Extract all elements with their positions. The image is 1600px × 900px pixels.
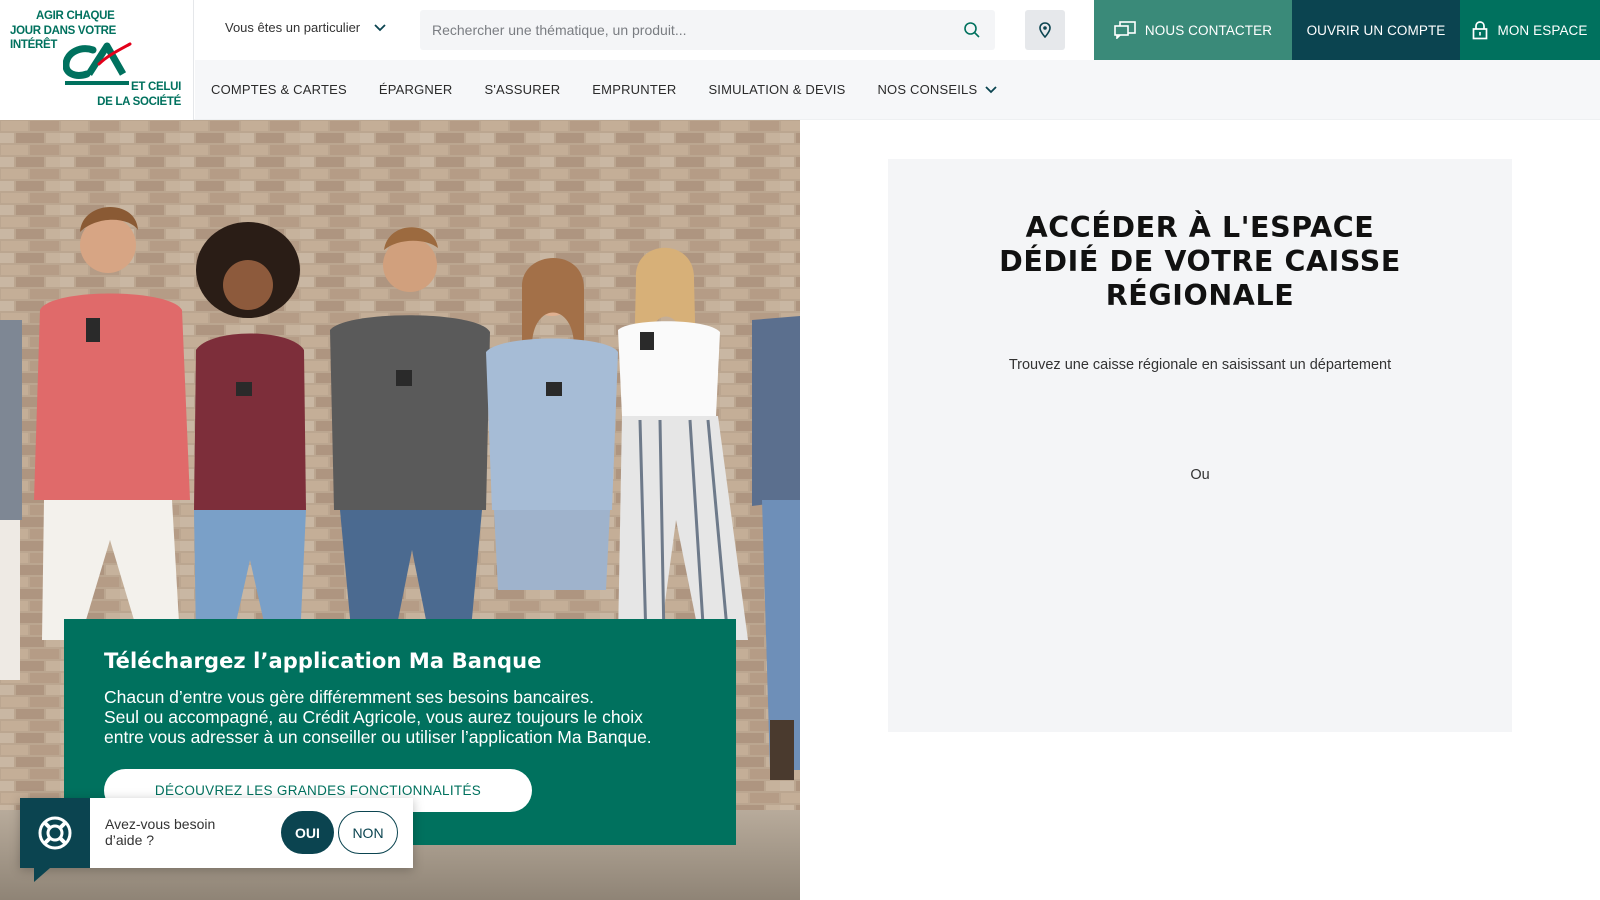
promo-line: entre vous adresser à un conseiller ou u…	[104, 727, 652, 747]
discover-features-label: DÉCOUVREZ LES GRANDES FONCTIONNALITÉS	[154, 783, 482, 798]
hero-image: Téléchargez l’application Ma Banque Chac…	[0, 120, 800, 900]
help-question: Avez-vous besoin d’aide ?	[105, 816, 216, 848]
site-header: AGIR CHAQUE JOUR DANS VOTRE INTÉRÊT ET C…	[0, 0, 1600, 120]
department-hint: Trouvez une caisse régionale en saisissa…	[1008, 357, 1392, 373]
search-input[interactable]	[420, 22, 940, 38]
map-pin-icon	[1039, 22, 1051, 38]
nav-item-label: SIMULATION & DEVIS	[708, 82, 846, 97]
regional-bank-finder: ACCÉDER À L'ESPACE DÉDIÉ DE VOTRE CAISSE…	[888, 159, 1512, 732]
lock-icon	[1473, 21, 1488, 40]
chevron-down-icon	[985, 85, 998, 93]
search-box	[420, 10, 995, 50]
nav-item-label: EMPRUNTER	[592, 82, 677, 97]
main-nav: COMPTES & CARTES ÉPARGNER S'ASSURER EMPR…	[195, 60, 1600, 119]
my-space-label: MON ESPACE	[1497, 22, 1588, 38]
open-account-button[interactable]: OUVRIR UN COMPTE	[1292, 0, 1460, 60]
promo-body: Chacun d’entre vous gère différemment se…	[104, 687, 696, 747]
promo-line: Seul ou accompagné, au Crédit Agricole, …	[104, 707, 643, 727]
nav-item-sassurer[interactable]: S'ASSURER	[484, 82, 560, 97]
help-no-button[interactable]: NON	[338, 811, 398, 854]
promo-title: Téléchargez l’application Ma Banque	[104, 649, 542, 673]
contact-button[interactable]: NOUS CONTACTER	[1094, 0, 1292, 60]
chat-screens-icon	[1114, 21, 1136, 39]
profile-label: Vous êtes un particulier	[225, 20, 361, 35]
help-yes-label: OUI	[295, 824, 320, 841]
nav-item-epargner[interactable]: ÉPARGNER	[379, 82, 453, 97]
help-no-label: NON	[352, 824, 384, 841]
nav-item-label: NOS CONSEILS	[877, 82, 978, 97]
help-yes-button[interactable]: OUI	[281, 811, 334, 854]
nav-item-label: COMPTES & CARTES	[211, 82, 347, 97]
profile-selector[interactable]: Vous êtes un particulier	[225, 20, 386, 35]
nav-item-nos-conseils[interactable]: NOS CONSEILS	[877, 82, 998, 97]
nav-item-label: ÉPARGNER	[378, 82, 453, 97]
help-widget-icon-box[interactable]	[20, 798, 90, 868]
or-separator: Ou	[1190, 467, 1210, 483]
open-account-label: OUVRIR UN COMPTE	[1306, 22, 1446, 38]
nav-item-comptes-cartes[interactable]: COMPTES & CARTES	[211, 82, 347, 97]
search-icon[interactable]	[963, 21, 981, 39]
promo-line: Chacun d’entre vous gère différemment se…	[104, 687, 594, 707]
nav-item-simulation-devis[interactable]: SIMULATION & DEVIS	[708, 82, 845, 97]
brand-logo[interactable]: AGIR CHAQUE JOUR DANS VOTRE INTÉRÊT ET C…	[0, 0, 194, 120]
lifebuoy-icon	[38, 816, 72, 850]
help-chat-widget: Avez-vous besoin d’aide ? OUI NON	[20, 798, 413, 882]
nav-item-label: S'ASSURER	[484, 82, 561, 97]
chevron-down-icon	[374, 23, 386, 31]
contact-label: NOUS CONTACTER	[1144, 22, 1273, 38]
logo-tagline-bottom: ET CELUI DE LA SOCIÉTÉ	[97, 81, 181, 108]
nav-item-emprunter[interactable]: EMPRUNTER	[592, 82, 676, 97]
my-space-button[interactable]: MON ESPACE	[1460, 0, 1600, 60]
speech-tail	[34, 868, 50, 882]
agency-locator-button[interactable]	[1025, 10, 1065, 50]
panel-title: ACCÉDER À L'ESPACE DÉDIÉ DE VOTRE CAISSE…	[999, 211, 1401, 312]
